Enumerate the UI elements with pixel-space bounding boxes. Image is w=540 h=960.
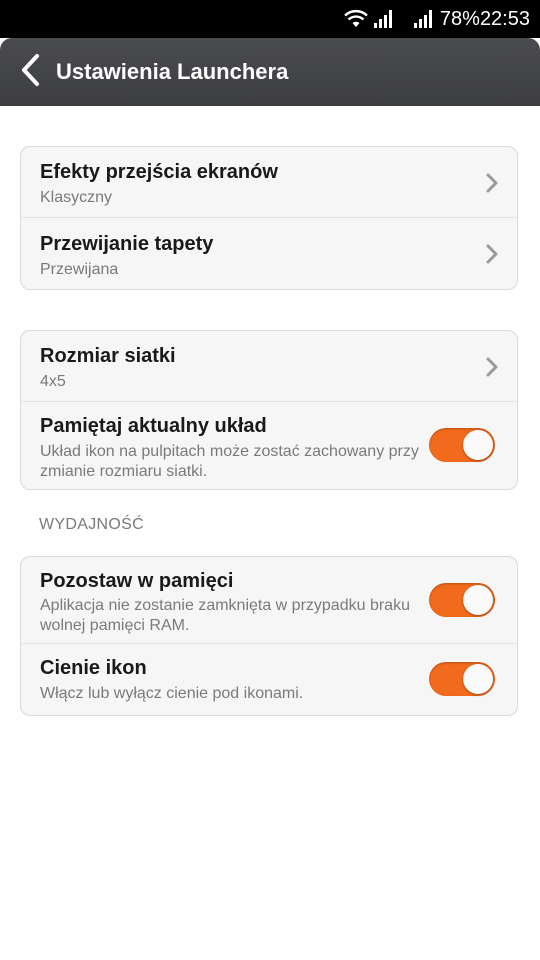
setting-title: Przewijanie tapety (40, 233, 214, 255)
chevron-left-icon (19, 53, 41, 92)
toggle-knob (463, 430, 493, 460)
setting-title: Rozmiar siatki (40, 345, 176, 367)
settings-card-grid: Rozmiar siatki 4x5 Pamiętaj aktualny ukł… (20, 330, 518, 490)
toggle-knob (463, 664, 493, 694)
setting-title: Efekty przejścia ekranów (40, 161, 278, 183)
setting-title: Pamiętaj aktualny układ (40, 415, 267, 437)
clock: 22:53 (479, 7, 530, 30)
settings-card-transitions: Efekty przejścia ekranów Klasyczny Przew… (20, 146, 518, 290)
chevron-right-icon (485, 173, 499, 193)
signal-icon (373, 10, 394, 28)
setting-value: Klasyczny (40, 189, 113, 206)
back-button[interactable] (12, 52, 48, 92)
setting-row-screen-transitions[interactable]: Efekty przejścia ekranów Klasyczny (21, 147, 517, 218)
page-title: Ustawienia Launchera (56, 59, 289, 84)
setting-description: Włącz lub wyłącz cienie pod ikonami. (40, 685, 304, 702)
setting-row-icon-shadows[interactable]: Cienie ikon Włącz lub wyłącz cienie pod … (21, 644, 517, 715)
title-bar: Ustawienia Launchera (0, 38, 540, 106)
setting-value: 4x5 (40, 373, 66, 390)
chevron-right-icon (485, 357, 499, 377)
section-header-performance: WYDAJNOŚĆ (39, 516, 144, 533)
remember-layout-toggle[interactable] (429, 428, 495, 462)
setting-description: Układ ikon na pulpitach może zostać zach… (40, 443, 419, 480)
setting-row-grid-size[interactable]: Rozmiar siatki 4x5 (21, 331, 517, 402)
setting-description: Aplikacja nie zostanie zamknięta w przyp… (40, 597, 410, 634)
wifi-icon (344, 9, 368, 29)
setting-value: Przewijana (40, 261, 119, 278)
setting-row-keep-in-memory[interactable]: Pozostaw w pamięci Aplikacja nie zostani… (21, 557, 517, 644)
signal-icon (413, 10, 434, 28)
setting-title: Cienie ikon (40, 657, 147, 679)
settings-card-performance: Pozostaw w pamięci Aplikacja nie zostani… (20, 556, 518, 716)
battery-level: 78% (439, 7, 480, 30)
status-bar: 78% 22:53 (0, 0, 540, 38)
status-icons: 78% 22:53 (344, 0, 530, 38)
keep-in-memory-toggle[interactable] (429, 583, 495, 617)
setting-title: Pozostaw w pamięci (40, 570, 234, 592)
icon-shadows-toggle[interactable] (429, 662, 495, 696)
chevron-right-icon (485, 244, 499, 264)
setting-row-wallpaper-scrolling[interactable]: Przewijanie tapety Przewijana (21, 218, 517, 289)
toggle-knob (463, 585, 493, 615)
setting-row-remember-layout[interactable]: Pamiętaj aktualny układ Układ ikon na pu… (21, 402, 517, 489)
